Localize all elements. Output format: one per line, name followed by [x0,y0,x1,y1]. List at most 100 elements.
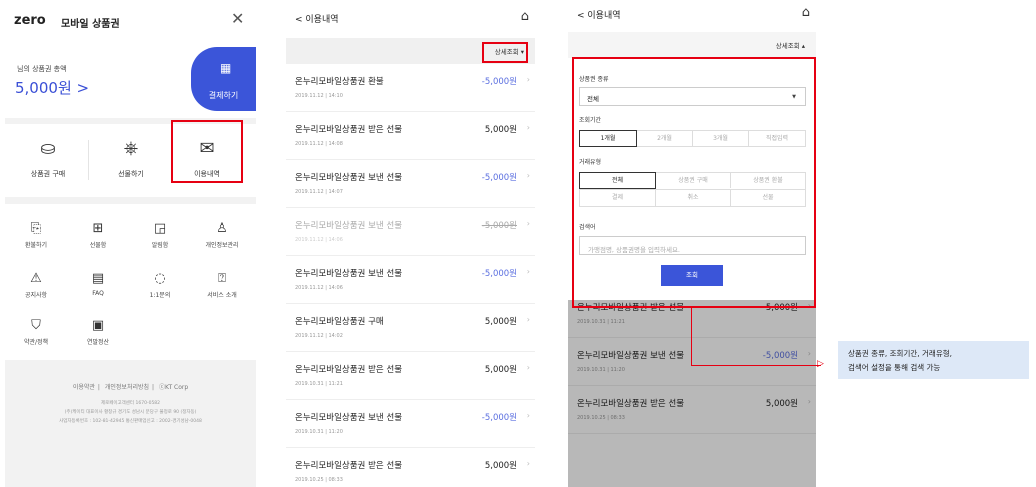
grid-item-notice[interactable]: ⚠ 공지사항 [5,271,67,299]
history-row[interactable]: 온누리모바일상품권 받은 선물 2019.11.12 | 14:08 5,000원 › [286,112,535,160]
highlight-box [171,120,243,183]
history-amount: -5,000원 [481,221,517,231]
history-row[interactable]: 온누리모바일상품권 구매 2019.11.12 | 14:02 5,000원 › [286,304,535,352]
calculator-icon: ▣ [91,318,105,333]
grid-item-giftbox[interactable]: ⊞ 선물함 [67,221,129,249]
history-date: 2019.10.31 | 11:20 [577,367,625,373]
history-amount: 5,000원 [484,125,517,135]
grid-item-label: 1:1문의 [149,292,171,299]
chevron-right-icon: › [526,171,530,180]
grid-item-label: 공지사항 [24,292,48,299]
history-row[interactable]: 온누리모바일상품권 받은 선물 2019.10.31 | 11:21 5,000원 › [286,352,535,400]
top-bar: zero 모바일 상품권 ✕ [5,0,256,42]
gift-hand-icon: ⎈ [123,138,139,159]
grid-item-tax[interactable]: ▣ 연말정산 [67,318,129,346]
home-icon[interactable]: ⌂ [802,5,810,20]
grid-item-terms[interactable]: ⛉ 약관/정책 [5,318,67,346]
quick-item-gift[interactable]: ⎈ 선물하기 [91,124,171,197]
history-date: 2019.11.12 | 14:02 [295,333,343,339]
history-row[interactable]: 온누리모바일상품권 보낸 선물 2019.11.12 | 14:07 -5,000원… [286,160,535,208]
footer-info: 제로페이고객센터 1670-0582 [100,401,161,406]
chat-icon: ◌ [154,271,166,286]
privacy-link[interactable]: 개인정보처리방침 [105,384,149,391]
shield-icon: ⛉ [31,318,41,333]
history-row[interactable]: 온누리모바일상품권 환불 2019.11.12 | 14:10 -5,000원 › [286,64,535,112]
quick-item-label: 선물하기 [118,170,144,178]
history-date: 2019.11.12 | 14:10 [295,93,343,99]
history-amount: -5,000원 [762,351,798,361]
notice-icon: ⚠ [30,271,42,286]
history-header: < 이용내역 ⌂ [286,0,535,38]
history-row[interactable]: 온누리모바일상품권 받은 선물 2019.10.25 | 08:33 5,000원 › [286,448,535,487]
user-settings-icon: ♙ [216,221,228,236]
detail-search-toggle[interactable]: 상세조회 ▴ [776,40,805,50]
grid-item-notifications[interactable]: ◲ 알림함 [129,221,191,249]
chevron-right-icon: › [807,397,811,406]
history-row[interactable]: 온누리모바일상품권 보낸 선물 2019.11.12 | 14:06 -5,000원… [286,208,535,256]
home-icon[interactable]: ⌂ [521,9,529,24]
history-amount: -5,000원 [481,413,517,423]
pay-label: 결제하기 [208,91,239,100]
history-amount: 5,000원 [484,365,517,375]
history-date: 2019.10.25 | 08:33 [577,415,625,421]
history-amount: -5,000원 [481,77,517,87]
history-row[interactable]: 온누리모바일상품권 보낸 선물 2019.10.31 | 11:20 -5,000원… [286,400,535,448]
highlight-box [572,57,816,308]
zero-logo: zero [14,13,46,28]
history-date: 2019.11.12 | 14:06 [295,237,343,243]
history-title: 온누리모바일상품권 보낸 선물 [295,413,403,423]
history-amount: -5,000원 [481,269,517,279]
chevron-right-icon: › [526,363,530,372]
grid-item-label: 알림함 [151,242,169,249]
history-title: 온누리모바일상품권 보낸 선물 [295,269,403,279]
highlight-box [482,42,528,63]
history-title: 온누리모바일상품권 보낸 선물 [295,221,403,231]
history-row[interactable]: 온누리모바일상품권 보낸 선물 2019.10.31 | 11:20 -5,000원… [568,338,816,386]
main-menu-panel: zero 모바일 상품권 ✕ 님의 상품권 총액 5,000원 > ▦ 결제하기… [5,0,256,487]
callout-line [691,308,692,366]
divider [88,140,89,180]
footer-info: 사업자등록번호 : 102-81-42945 통신판매업신고 : 2002-경기… [59,419,202,424]
chevron-right-icon: › [526,315,530,324]
history-date: 2019.11.12 | 14:06 [295,285,343,291]
grid-item-privacy[interactable]: ♙ 개인정보관리 [191,221,253,249]
chevron-right-icon: › [526,411,530,420]
callout-box: 상품권 종류, 조회기간, 거래유형, 검색어 설정을 통해 검색 가능 [838,341,1029,379]
pay-button[interactable]: ▦ 결제하기 [191,47,256,111]
grid-item-about[interactable]: ⍰ 서비스 소개 [191,271,253,299]
history-title: 온누리모바일상품권 받은 선물 [577,399,685,409]
history-date: 2019.11.12 | 14:07 [295,189,343,195]
basket-icon: ⛀ [40,138,56,159]
history-amount: 5,000원 [765,399,798,409]
grid-item-refund[interactable]: ⎘ 환불하기 [5,221,67,249]
grid-item-faq[interactable]: ▤ FAQ [67,271,129,297]
history-date: 2019.11.12 | 14:08 [295,141,343,147]
history-title: 온누리모바일상품권 구매 [295,317,384,327]
chevron-right-icon: › [807,349,811,358]
quick-item-label: 상품권 구매 [30,170,66,178]
footer-links: 이용약관 | 개인정보처리방침 | ⓒKT Corp [72,384,189,391]
grid-item-inquiry[interactable]: ◌ 1:1문의 [129,271,191,299]
arrow-right-icon: ▷ [817,359,824,369]
history-title: 온누리모바일상품권 받은 선물 [295,125,403,135]
back-button[interactable]: < 이용내역 [295,12,339,25]
history-title: 온누리모바일상품권 받은 선물 [295,461,403,471]
history-panel: < 이용내역 ⌂ 상세조회 ▾ 온누리모바일상품권 환불 2019.11.12 |… [286,0,535,487]
terms-link[interactable]: 이용약관 [73,384,95,391]
chevron-right-icon: › [526,459,530,468]
history-date: 2019.10.25 | 08:33 [295,477,343,483]
grid-item-label: 서비스 소개 [207,292,237,299]
footer-info: (주)케이티 대표이사 황창규 경기도 성남시 분당구 불정로 90 (정자동) [64,410,197,415]
history-date: 2019.10.31 | 11:21 [295,381,343,387]
chevron-right-icon: › [526,75,530,84]
history-row[interactable]: 온누리모바일상품권 받은 선물 2019.10.25 | 08:33 5,000원 › [568,386,816,434]
history-amount: 5,000원 [484,461,517,471]
history-row[interactable]: 온누리모바일상품권 보낸 선물 2019.11.12 | 14:06 -5,000원… [286,256,535,304]
balance-value[interactable]: 5,000원 > [15,77,89,98]
balance-label: 님의 상품권 총액 [17,65,67,73]
chevron-right-icon: › [526,267,530,276]
close-icon[interactable]: ✕ [231,9,244,28]
quick-item-purchase[interactable]: ⛀ 상품권 구매 [8,124,88,197]
back-button[interactable]: < 이용내역 [577,8,621,21]
history-title: 온누리모바일상품권 보낸 선물 [295,173,403,183]
